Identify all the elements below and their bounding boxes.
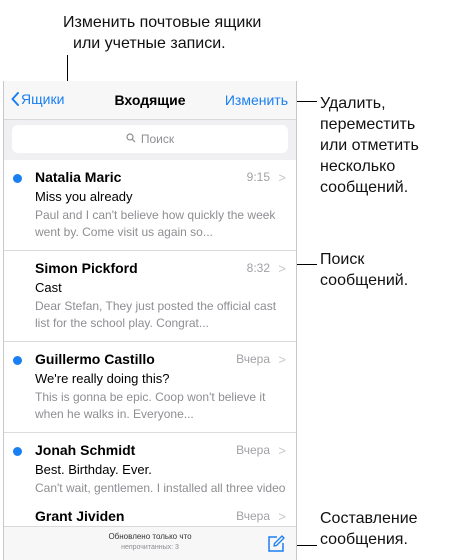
message-preview: This is gonna be epic. Coop won't believ… xyxy=(35,390,266,421)
unread-count: непрочитанных: 3 xyxy=(121,544,179,551)
callout-compose-line-2: сообщения. xyxy=(320,531,408,548)
search-placeholder: Поиск xyxy=(140,132,175,146)
message-preview: Dear Stefan, They just posted the offici… xyxy=(35,299,277,330)
chevron-right-icon: > xyxy=(278,509,286,524)
message-row[interactable]: Simon Pickford 8:32 > Cast Dear Stefan, … xyxy=(4,251,296,342)
callout-search-line-1: Поиск xyxy=(320,251,365,268)
message-subject: We're really doing this? xyxy=(35,371,170,386)
callout-search: Поиск сообщений. xyxy=(320,249,408,291)
compose-button[interactable] xyxy=(266,534,286,559)
search-bar-container: Поиск xyxy=(4,120,296,160)
callout-compose: Составление сообщения. xyxy=(320,508,418,550)
callout-edit-line-2: переместить xyxy=(320,116,416,133)
message-sender: Grant Jividen xyxy=(35,508,125,524)
message-subject: Miss you already xyxy=(35,189,133,204)
search-input[interactable]: Поиск xyxy=(12,125,288,153)
bottom-toolbar: Обновлено только что непрочитанных: 3 xyxy=(4,526,296,560)
callout-edit-line-5: сообщений. xyxy=(320,179,409,196)
chevron-right-icon: > xyxy=(278,443,286,458)
message-time: 8:32 xyxy=(246,261,270,275)
mail-app-screen: Ящики Входящие Изменить Поиск Natalia Ma… xyxy=(3,81,297,560)
callout-edit-line-3: или отметить xyxy=(320,137,419,154)
update-status: Обновлено только что xyxy=(108,532,192,541)
message-sender: Jonah Schmidt xyxy=(35,442,136,458)
chevron-right-icon: > xyxy=(278,170,286,185)
unread-dot-icon xyxy=(13,174,22,183)
callout-edit-line-4: несколько xyxy=(320,158,396,175)
message-time: 9:15 xyxy=(246,170,270,184)
message-sender: Simon Pickford xyxy=(35,260,138,276)
callout-top-line-1: Изменить почтовые ящики xyxy=(63,14,262,31)
navigation-bar: Ящики Входящие Изменить xyxy=(4,81,296,120)
message-sender: Guillermo Castillo xyxy=(35,351,155,367)
message-time: Вчера xyxy=(236,352,270,366)
unread-dot-icon xyxy=(13,356,22,365)
chevron-right-icon: > xyxy=(278,261,286,276)
callout-top-line-2: или учетные записи. xyxy=(73,35,226,52)
message-subject: Best. Birthday. Ever. xyxy=(35,462,152,477)
callout-edit-line-1: Удалить, xyxy=(320,95,386,112)
chevron-right-icon: > xyxy=(278,352,286,367)
callout-edit: Удалить, переместить или отметить нескол… xyxy=(320,93,419,198)
message-preview: Paul and I can't believe how quickly the… xyxy=(35,208,276,239)
message-subject: Cast xyxy=(35,280,62,295)
message-row[interactable]: Guillermo Castillo Вчера > We're really … xyxy=(4,342,296,433)
message-time: Вчера xyxy=(236,509,270,523)
callout-top: Изменить почтовые ящики или учетные запи… xyxy=(63,12,261,54)
message-row[interactable]: Natalia Maric 9:15 > Miss you already Pa… xyxy=(4,160,296,251)
message-sender: Natalia Maric xyxy=(35,169,122,185)
unread-dot-icon xyxy=(13,447,22,456)
callout-compose-line-1: Составление xyxy=(320,510,418,527)
edit-button[interactable]: Изменить xyxy=(225,92,288,108)
compose-icon xyxy=(266,535,286,558)
callout-search-line-2: сообщений. xyxy=(320,272,409,289)
magnifier-icon xyxy=(126,132,136,146)
message-time: Вчера xyxy=(236,443,270,457)
